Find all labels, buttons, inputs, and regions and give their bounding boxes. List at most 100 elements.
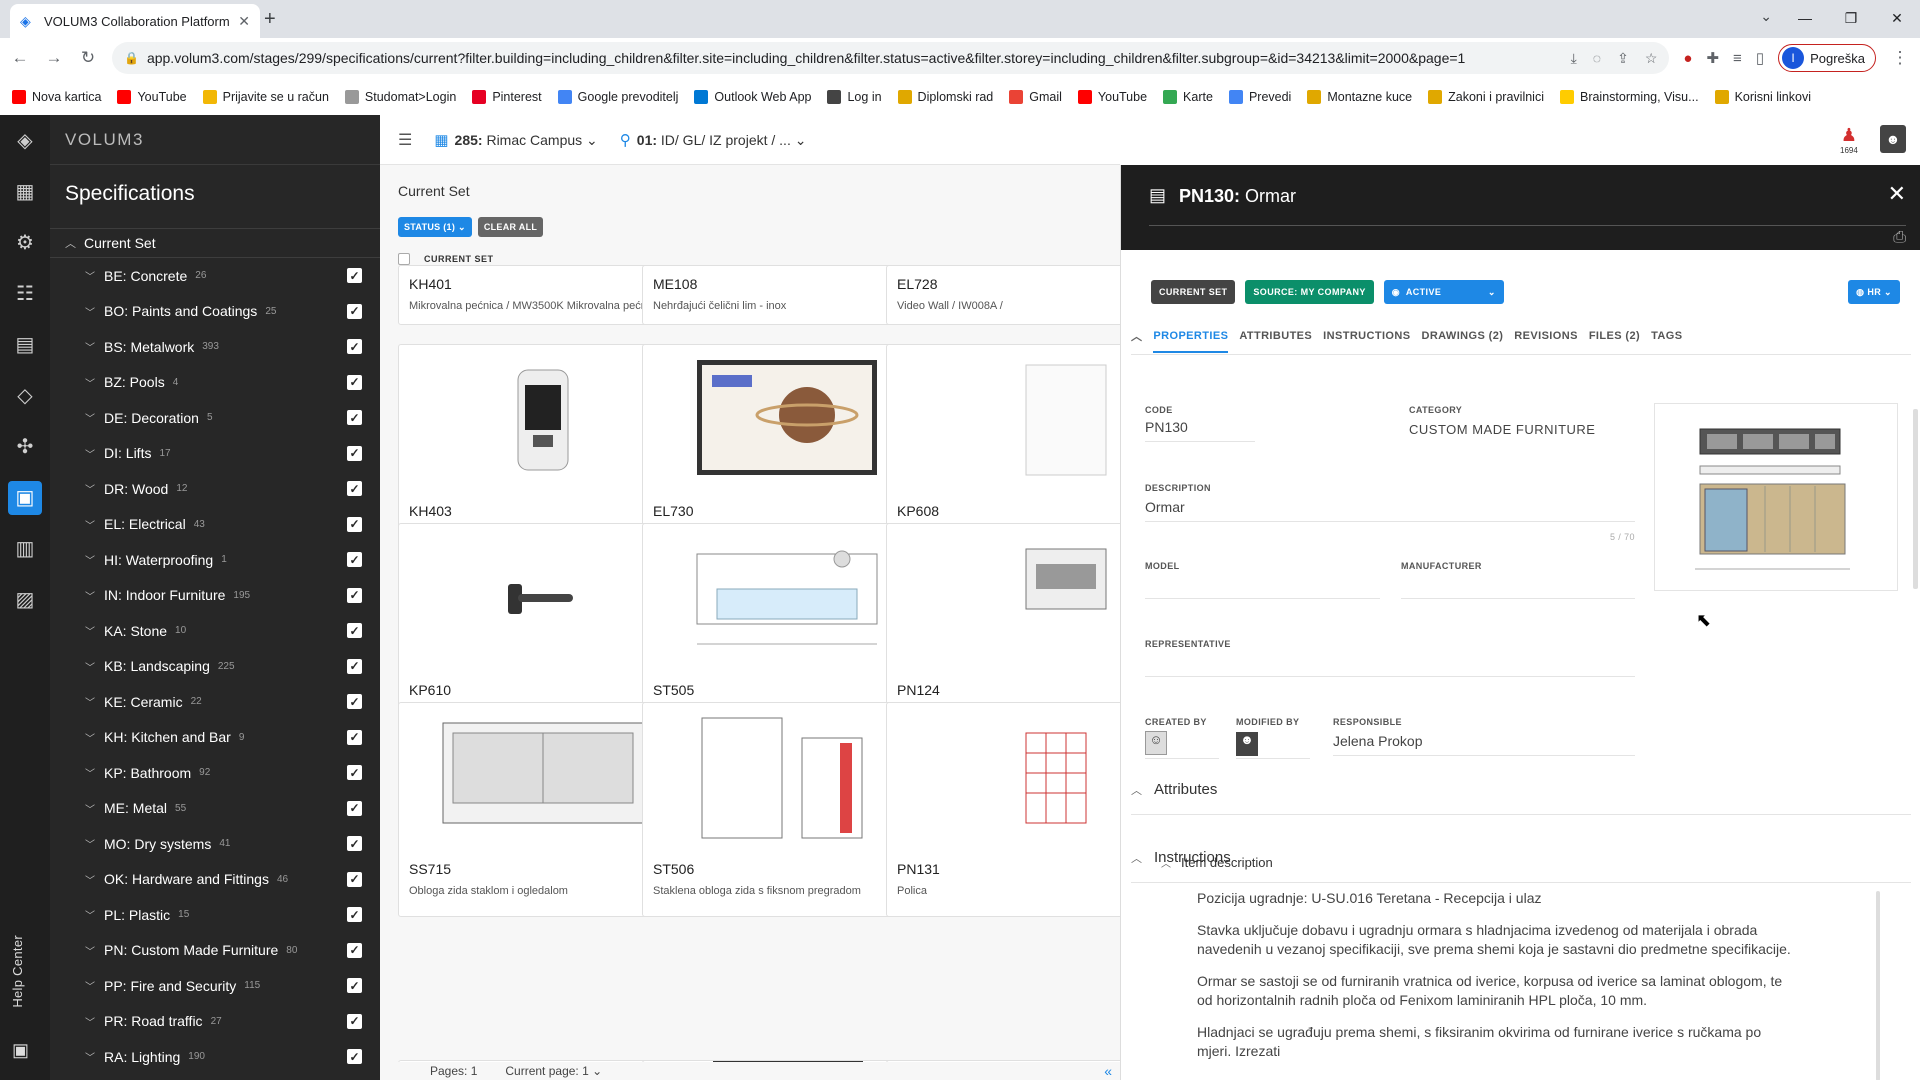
instructions-scrollbar[interactable]: [1876, 891, 1880, 1080]
category-checkbox[interactable]: ✓: [347, 800, 362, 816]
category-checkbox[interactable]: ✓: [347, 410, 362, 426]
profile-button[interactable]: I Pogreška: [1778, 44, 1876, 72]
clear-all-button[interactable]: CLEAR ALL: [477, 217, 544, 237]
category-checkbox[interactable]: ✓: [347, 907, 362, 923]
level-selector[interactable]: ⚲ 01: ID/ GL/ IZ projekt / ... ⌄: [620, 131, 807, 149]
close-icon[interactable]: ✕: [1888, 181, 1906, 207]
bookmark-item[interactable]: Karte: [1163, 89, 1213, 104]
model-field[interactable]: [1145, 577, 1380, 599]
sidebar-item-category[interactable]: ﹀ BZ: Pools 4 ✓: [50, 365, 380, 401]
network-icon[interactable]: ✣: [0, 421, 50, 472]
category-checkbox[interactable]: ✓: [347, 1013, 362, 1029]
bookmark-item[interactable]: Nova kartica: [12, 89, 101, 104]
drawing-thumbnail[interactable]: [1654, 403, 1898, 591]
share-icon[interactable]: ⇪: [1617, 50, 1629, 67]
new-tab-icon[interactable]: +: [264, 8, 276, 31]
user-avatar[interactable]: ☻: [1880, 125, 1906, 153]
sidebar-item-category[interactable]: ﹀ BO: Paints and Coatings 25 ✓: [50, 294, 380, 330]
bookmark-item[interactable]: Pinterest: [472, 89, 542, 104]
category-checkbox[interactable]: ✓: [347, 552, 362, 568]
help-book-icon[interactable]: ▣: [12, 1040, 29, 1061]
language-selector[interactable]: ◍ HR ⌄: [1848, 280, 1900, 304]
item-description-toggle[interactable]: ︿ Item description: [1161, 855, 1273, 870]
minimize-icon[interactable]: —: [1782, 0, 1828, 36]
representative-field[interactable]: [1145, 655, 1635, 677]
logo-icon[interactable]: ◈: [0, 115, 50, 166]
category-checkbox[interactable]: ✓: [347, 729, 362, 745]
bookmark-item[interactable]: Zakoni i pravilnici: [1428, 89, 1544, 104]
notifications-bell-icon[interactable]: ♟ 1694: [1840, 125, 1858, 155]
sidepanel-icon[interactable]: ▯: [1756, 49, 1764, 67]
responsible-field[interactable]: Jelena Prokop: [1333, 733, 1635, 756]
tab-files[interactable]: FILES (2): [1589, 330, 1640, 342]
category-checkbox[interactable]: ✓: [347, 374, 362, 390]
description-field[interactable]: Ormar: [1145, 499, 1635, 522]
category-checkbox[interactable]: ✓: [347, 765, 362, 781]
category-checkbox[interactable]: ✓: [347, 694, 362, 710]
sidebar-item-category[interactable]: ﹀ KB: Landscaping 225 ✓: [50, 649, 380, 685]
sidebar-item-category[interactable]: ﹀ KP: Bathroom 92 ✓: [50, 755, 380, 791]
sidebar-item-category[interactable]: ﹀ EL: Electrical 43 ✓: [50, 507, 380, 543]
bookmark-item[interactable]: YouTube: [1077, 89, 1147, 104]
bookmark-item[interactable]: Montazne kuce: [1307, 89, 1412, 104]
lock-icon[interactable]: 🔒: [124, 51, 139, 65]
sidebar-item-category[interactable]: ﹀ KA: Stone 10 ✓: [50, 613, 380, 649]
extensions-puzzle-icon[interactable]: ✚: [1706, 49, 1719, 67]
buildings-icon[interactable]: ▦: [0, 166, 50, 217]
category-checkbox[interactable]: ✓: [347, 871, 362, 887]
close-tab-icon[interactable]: ✕: [238, 13, 250, 30]
sidebar-item-category[interactable]: ﹀ BS: Metalwork 393 ✓: [50, 329, 380, 365]
tab-tags[interactable]: TAGS: [1651, 330, 1682, 342]
select-all-checkbox[interactable]: [398, 253, 410, 265]
sidebar-item-category[interactable]: ﹀ PN: Custom Made Furniture 80 ✓: [50, 933, 380, 969]
attributes-section[interactable]: ︿ Attributes: [1131, 765, 1911, 815]
forward-icon[interactable]: →: [44, 48, 64, 68]
category-checkbox[interactable]: ✓: [347, 658, 362, 674]
sidebar-item-category[interactable]: ﹀ ME: Metal 55 ✓: [50, 791, 380, 827]
collapse-double-chevron-icon[interactable]: «: [1104, 1063, 1112, 1079]
sidebar-item-category[interactable]: ﹀ IN: Indoor Furniture 195 ✓: [50, 578, 380, 614]
close-window-icon[interactable]: ✕: [1874, 0, 1920, 36]
sidebar-item-category[interactable]: ﹀ DR: Wood 12 ✓: [50, 471, 380, 507]
bookmark-item[interactable]: Gmail: [1009, 89, 1062, 104]
sidebar-item-category[interactable]: ﹀ BE: Concrete 26 ✓: [50, 258, 380, 294]
bookmark-item[interactable]: Studomat>Login: [344, 89, 456, 104]
category-checkbox[interactable]: ✓: [347, 339, 362, 355]
bookmark-item[interactable]: YouTube: [117, 89, 187, 104]
source-button[interactable]: SOURCE: MY COMPANY: [1245, 280, 1374, 304]
category-checkbox[interactable]: ✓: [347, 516, 362, 532]
playlist-icon[interactable]: ≡: [1733, 50, 1742, 67]
building-selector[interactable]: ▦ 285: Rimac Campus ⌄: [434, 131, 597, 149]
status-dropdown[interactable]: ◉ ACTIVE ⌄: [1383, 280, 1504, 304]
collapse-tabs-icon[interactable]: ︿: [1131, 328, 1142, 344]
restore-icon[interactable]: ❐: [1828, 0, 1874, 36]
bookmark-item[interactable]: Prevedi: [1228, 89, 1291, 104]
specifications-icon[interactable]: ▣: [0, 472, 50, 523]
sidebar-item-category[interactable]: ﹀ OK: Hardware and Fittings 46 ✓: [50, 862, 380, 898]
settings-cube-icon[interactable]: ⚙: [0, 217, 50, 268]
current-set-button[interactable]: CURRENT SET: [1151, 280, 1236, 304]
category-checkbox[interactable]: ✓: [347, 303, 362, 319]
current-page-select[interactable]: Current page: 1 ⌄: [505, 1064, 602, 1078]
bookmark-item[interactable]: Korisni linkovi: [1714, 89, 1811, 104]
current-set-toggle[interactable]: ︿ Current Set: [50, 228, 380, 258]
category-checkbox[interactable]: ✓: [347, 587, 362, 603]
bookmark-item[interactable]: Log in: [827, 89, 882, 104]
tab-revisions[interactable]: REVISIONS: [1514, 330, 1578, 342]
category-checkbox[interactable]: ✓: [347, 445, 362, 461]
help-center-link[interactable]: Help Center: [10, 935, 25, 1008]
category-checkbox[interactable]: ✓: [347, 978, 362, 994]
sidebar-item-category[interactable]: ﹀ KH: Kitchen and Bar 9 ✓: [50, 720, 380, 756]
category-checkbox[interactable]: ✓: [347, 1049, 362, 1065]
sidebar-item-category[interactable]: ﹀ RA: Lighting 190 ✓: [50, 1039, 380, 1075]
category-checkbox[interactable]: ✓: [347, 942, 362, 958]
report-icon[interactable]: ▨: [0, 574, 50, 625]
category-checkbox[interactable]: ✓: [347, 836, 362, 852]
clipboard-icon[interactable]: ▤: [0, 319, 50, 370]
bookmark-star-icon[interactable]: ☆: [1645, 50, 1658, 67]
spec-card[interactable]: PN131 Polica: [886, 702, 1120, 917]
status-filter-chip[interactable]: STATUS (1) ⌄: [398, 217, 472, 237]
code-field[interactable]: PN130: [1145, 419, 1255, 442]
tab-search-icon[interactable]: ⌄: [1760, 8, 1772, 25]
reload-icon[interactable]: ↻: [78, 48, 98, 68]
